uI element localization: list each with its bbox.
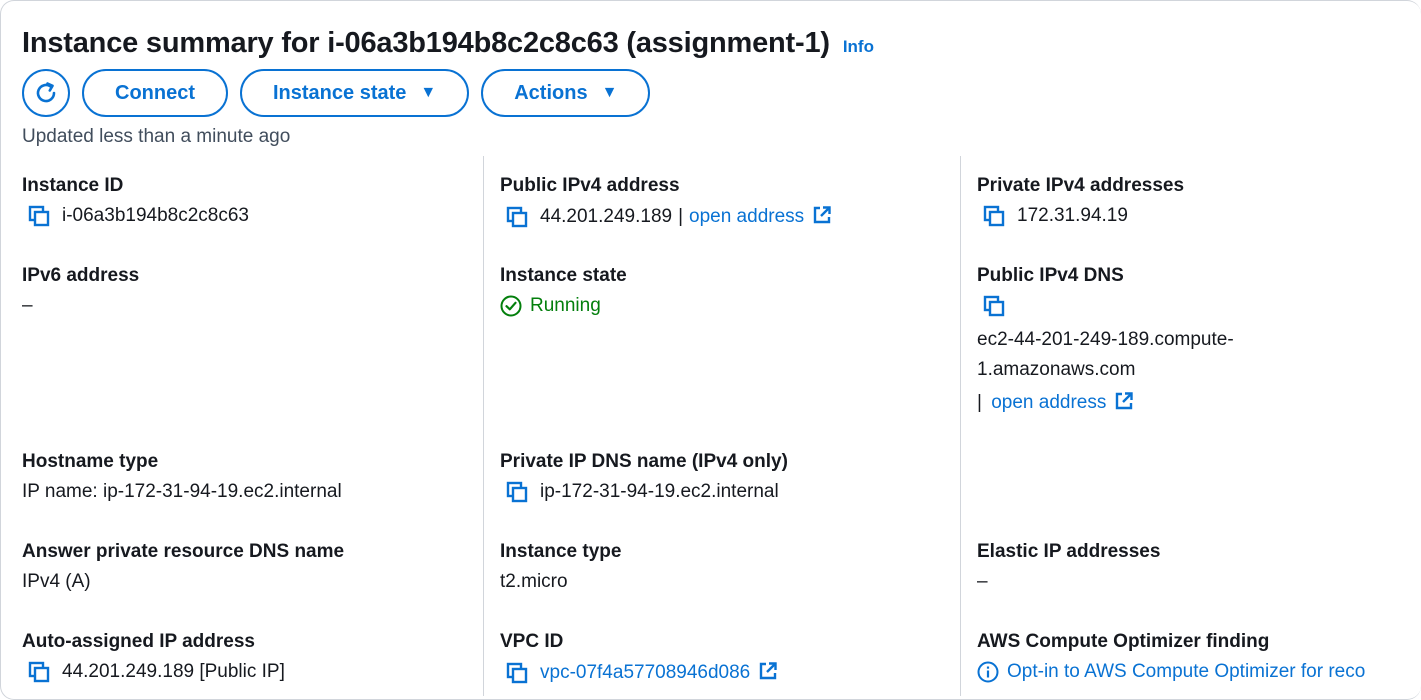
instance-state-label: Instance state bbox=[273, 81, 407, 104]
answer-dns-value: IPv4 (A) bbox=[22, 571, 91, 592]
open-address-label: open address bbox=[689, 206, 805, 227]
copy-icon[interactable] bbox=[506, 662, 528, 684]
open-address-link[interactable]: open address bbox=[991, 392, 1134, 413]
info-link[interactable]: Info bbox=[843, 37, 874, 57]
copy-icon[interactable] bbox=[983, 295, 1005, 317]
vpc-id-value: vpc-07f4a57708946d086 bbox=[540, 662, 751, 683]
header: Instance summary for i-06a3b194b8c2c8c63… bbox=[22, 27, 874, 60]
field-label: Instance type bbox=[500, 541, 622, 562]
updated-timestamp: Updated less than a minute ago bbox=[22, 126, 291, 147]
public-dns-value-line2: 1.amazonaws.com bbox=[977, 359, 1136, 380]
copy-icon[interactable] bbox=[983, 205, 1005, 227]
column-divider bbox=[960, 156, 961, 696]
field-label: Elastic IP addresses bbox=[977, 541, 1161, 562]
field-label: Answer private resource DNS name bbox=[22, 541, 345, 562]
field-elastic-ip: Elastic IP addresses – bbox=[977, 541, 1160, 593]
open-address-link[interactable]: open address bbox=[689, 205, 832, 228]
field-label: IPv6 address bbox=[22, 265, 140, 286]
elastic-ip-value: – bbox=[977, 571, 988, 592]
vpc-id-link[interactable]: vpc-07f4a57708946d086 bbox=[540, 661, 778, 684]
actions-dropdown[interactable]: Actions ▼ bbox=[481, 69, 651, 117]
public-ipv4-value: 44.201.249.189 bbox=[540, 205, 673, 227]
instance-id-value: i-06a3b194b8c2c8c63 bbox=[62, 205, 249, 226]
field-label: Public IPv4 address bbox=[500, 175, 680, 196]
instance-summary-panel: Instance summary for i-06a3b194b8c2c8c63… bbox=[0, 0, 1421, 700]
toolbar: Connect Instance state ▼ Actions ▼ bbox=[22, 69, 651, 117]
external-link-icon bbox=[1114, 391, 1134, 411]
field-label: VPC ID bbox=[500, 631, 564, 652]
check-circle-icon bbox=[500, 295, 522, 317]
connect-button[interactable]: Connect bbox=[82, 69, 228, 117]
external-link-icon bbox=[812, 205, 832, 225]
connect-button-label: Connect bbox=[115, 81, 195, 104]
info-circle-icon bbox=[977, 661, 999, 683]
instance-type-value: t2.micro bbox=[500, 571, 568, 592]
ipv6-value: – bbox=[22, 295, 33, 316]
refresh-icon bbox=[36, 82, 56, 103]
field-instance-type: Instance type t2.micro bbox=[500, 541, 621, 593]
actions-label: Actions bbox=[514, 81, 588, 104]
hostname-type-value: IP name: ip-172-31-94-19.ec2.internal bbox=[22, 481, 342, 502]
page-title: Instance summary for i-06a3b194b8c2c8c63… bbox=[22, 27, 830, 59]
field-ipv6: IPv6 address – bbox=[22, 265, 139, 317]
copy-icon[interactable] bbox=[506, 481, 528, 503]
field-label: AWS Compute Optimizer finding bbox=[977, 631, 1270, 652]
field-instance-state: Instance state Running bbox=[500, 265, 627, 317]
caret-down-icon: ▼ bbox=[601, 84, 618, 101]
open-address-label: open address bbox=[991, 392, 1107, 413]
separator: | bbox=[678, 205, 684, 227]
field-label: Private IPv4 addresses bbox=[977, 175, 1185, 196]
field-label: Public IPv4 DNS bbox=[977, 265, 1124, 286]
public-dns-value-line1: ec2-44-201-249-189.compute- bbox=[977, 329, 1234, 350]
separator: | bbox=[977, 392, 982, 413]
field-label: Private IP DNS name (IPv4 only) bbox=[500, 451, 788, 472]
column-divider bbox=[483, 156, 484, 696]
field-compute-optimizer: AWS Compute Optimizer finding Opt-in to … bbox=[977, 631, 1421, 683]
field-private-ipv4: Private IPv4 addresses 172.31.94.19 bbox=[977, 175, 1184, 227]
field-label: Hostname type bbox=[22, 451, 159, 472]
field-instance-id: Instance ID i-06a3b194b8c2c8c63 bbox=[22, 175, 249, 227]
field-label: Instance ID bbox=[22, 175, 124, 196]
refresh-button[interactable] bbox=[22, 69, 70, 117]
caret-down-icon: ▼ bbox=[420, 84, 437, 101]
external-link-icon bbox=[758, 661, 778, 681]
copy-icon[interactable] bbox=[28, 661, 50, 683]
field-private-dns: Private IP DNS name (IPv4 only) ip-172-3… bbox=[500, 451, 788, 503]
private-dns-value: ip-172-31-94-19.ec2.internal bbox=[540, 481, 779, 502]
compute-optimizer-link[interactable]: Opt-in to AWS Compute Optimizer for reco bbox=[1007, 661, 1365, 683]
field-answer-dns: Answer private resource DNS name IPv4 (A… bbox=[22, 541, 344, 593]
field-vpc-id: VPC ID vpc-07f4a57708946d086 bbox=[500, 631, 778, 684]
instance-state-dropdown[interactable]: Instance state ▼ bbox=[240, 69, 470, 117]
auto-ip-value: 44.201.249.189 [Public IP] bbox=[62, 661, 285, 682]
status-badge: Running bbox=[530, 295, 601, 316]
private-ipv4-value: 172.31.94.19 bbox=[1017, 205, 1128, 226]
field-public-ipv4: Public IPv4 address 44.201.249.189 | ope… bbox=[500, 175, 832, 228]
copy-icon[interactable] bbox=[506, 206, 528, 228]
field-public-dns: Public IPv4 DNS ec2-44-201-249-189.compu… bbox=[977, 265, 1234, 418]
field-label: Instance state bbox=[500, 265, 627, 286]
field-hostname-type: Hostname type IP name: ip-172-31-94-19.e… bbox=[22, 451, 342, 503]
field-label: Auto-assigned IP address bbox=[22, 631, 255, 652]
field-auto-ip: Auto-assigned IP address 44.201.249.189 … bbox=[22, 631, 285, 683]
copy-icon[interactable] bbox=[28, 205, 50, 227]
